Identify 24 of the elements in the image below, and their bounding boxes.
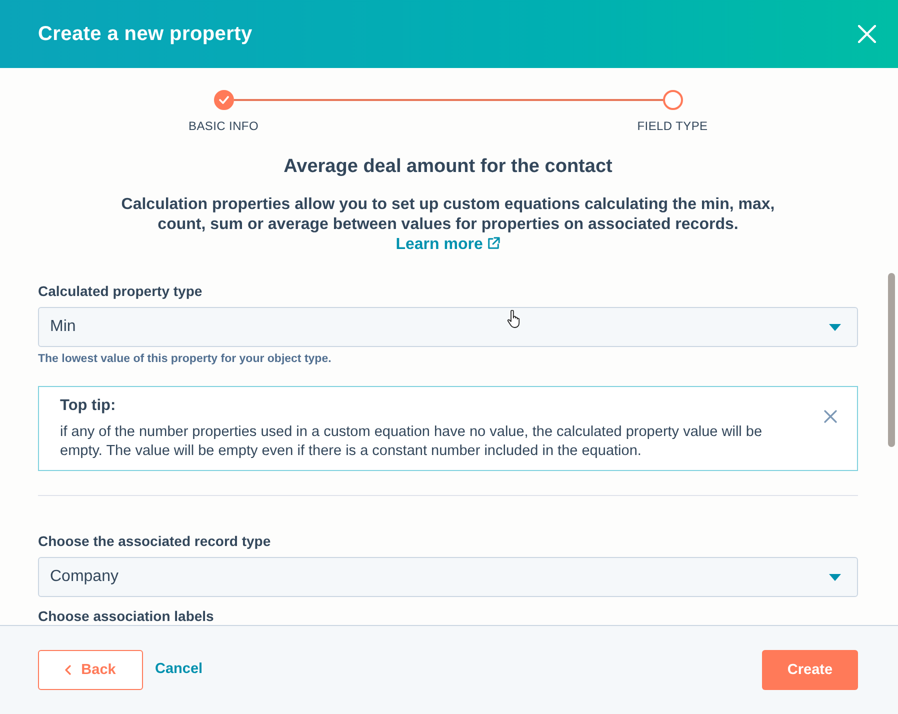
step-label: BASIC INFO: [187, 118, 260, 134]
learn-more-link[interactable]: Learn more: [396, 236, 500, 253]
hand-cursor-icon: [507, 310, 521, 328]
cancel-link[interactable]: Cancel: [155, 660, 203, 678]
external-link-icon: [487, 237, 500, 250]
create-button[interactable]: Create: [762, 650, 858, 690]
step-label: FIELD TYPE: [636, 118, 709, 134]
help-text: The lowest value of this property for your object type.: [38, 352, 332, 366]
dialog-title: Create a new property: [38, 22, 252, 46]
back-button[interactable]: Back: [38, 650, 143, 690]
field-label: Choose the associated record type: [38, 532, 272, 550]
close-icon[interactable]: [824, 410, 837, 423]
section-heading: Average deal amount for the contact: [282, 155, 614, 179]
field-label: Choose association labels: [38, 608, 215, 624]
property-type-select[interactable]: Min: [38, 307, 858, 347]
field-label: Calculated property type: [38, 282, 204, 300]
tip-text: if any of the number properties used in a custom equation have no value, the calculated property value will be empty. The value will be empty even if there is a constant number included in the equation.: [60, 423, 764, 461]
record-type-select[interactable]: Company: [38, 557, 858, 597]
description-text: Calculation properties allow you to set up custom equations calculating the min, max, count, sum or average between values for properties on associated records. Learn more: [120, 195, 776, 255]
caret-down-icon: [829, 324, 841, 330]
chevron-left-icon: [65, 665, 72, 675]
caret-down-icon: [829, 574, 841, 580]
tip-title: Top tip:: [60, 396, 117, 416]
scrollbar-thumb[interactable]: [888, 273, 895, 447]
